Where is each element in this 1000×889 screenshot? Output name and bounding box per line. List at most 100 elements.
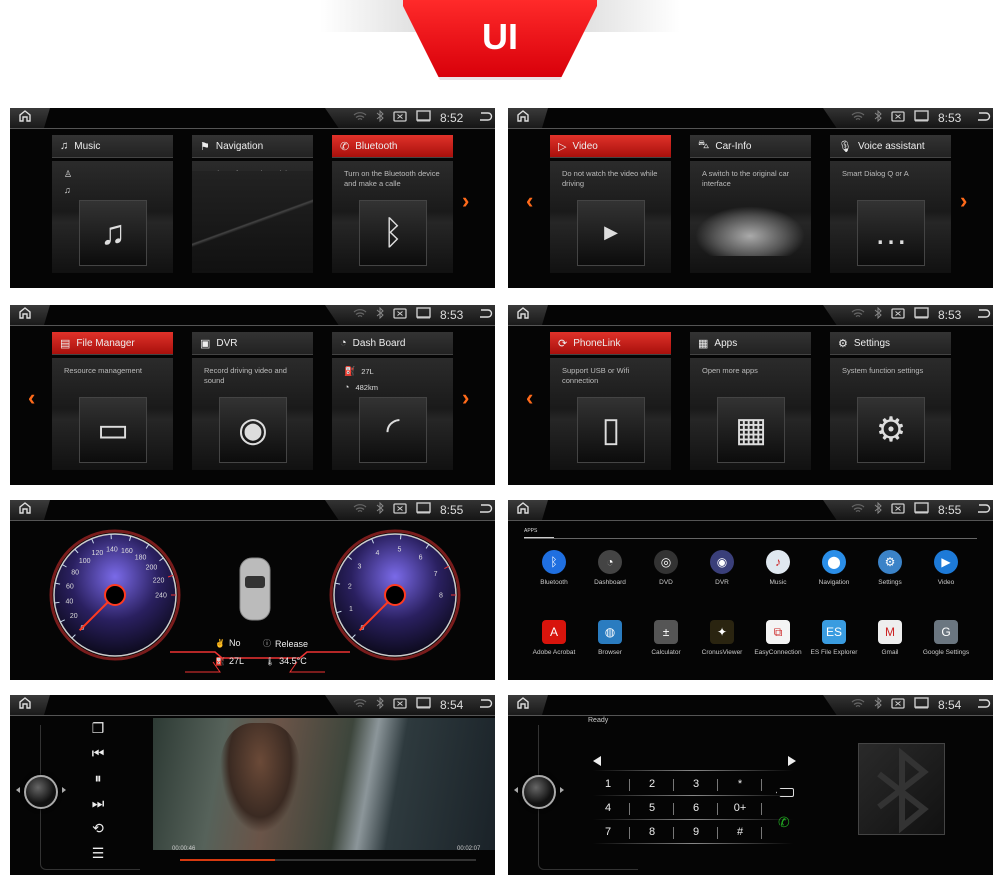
rotary-knob[interactable] <box>24 775 58 809</box>
call-icon[interactable]: ✆ <box>778 814 790 831</box>
card-file-manager[interactable]: ▤ File Manager Resource management ▭ <box>52 332 173 472</box>
app-es-file-explorer[interactable]: ES ES File Explorer <box>806 620 862 657</box>
back-icon[interactable] <box>976 306 991 324</box>
keypad-key-6[interactable]: 6 <box>681 802 711 814</box>
keypad-key-7[interactable]: 7 <box>593 826 623 838</box>
window-icon[interactable] <box>416 696 431 714</box>
window-icon[interactable] <box>914 109 929 127</box>
app-label: Settings <box>878 579 902 586</box>
media-toggle-icon[interactable] <box>891 306 905 324</box>
keypad-key-4[interactable]: 4 <box>593 802 623 814</box>
home-button[interactable] <box>508 500 548 520</box>
scroll-right-arrow-icon[interactable]: › <box>462 188 469 214</box>
keypad-key-2[interactable]: 2 <box>637 778 667 790</box>
number-left-arrow-icon[interactable] <box>593 756 601 766</box>
pause-icon[interactable]: ⏸ <box>88 770 108 787</box>
media-toggle-icon[interactable] <box>891 696 905 714</box>
back-icon[interactable] <box>478 109 493 127</box>
window-icon[interactable] <box>416 109 431 127</box>
speedometer-tick-label: 40 <box>65 599 73 606</box>
keypad-key-3[interactable]: 3 <box>681 778 711 790</box>
card-navigation[interactable]: ⚑ Navigation Navigate for you in real time <box>192 135 313 275</box>
number-right-arrow-icon[interactable] <box>788 756 796 766</box>
scroll-right-arrow-icon[interactable]: › <box>462 385 469 411</box>
app-settings[interactable]: ⚙ Settings <box>862 550 918 587</box>
scroll-left-arrow-icon[interactable]: ‹ <box>526 188 533 214</box>
card-dvr[interactable]: ▣ DVR Record driving video and sound ◉ <box>192 332 313 472</box>
bluetooth-icon: ᛒ <box>359 200 427 266</box>
keypad-key-1[interactable]: 1 <box>593 778 623 790</box>
media-toggle-icon[interactable] <box>891 501 905 519</box>
app-video[interactable]: ▶ Video <box>918 550 974 587</box>
playlist-icon[interactable]: ☰ <box>88 845 108 862</box>
card-voice-assistant[interactable]: 🎙 Voice assistant Smart Dialog Q or A… <box>830 135 951 275</box>
app-calculator[interactable]: ± Calculator <box>638 620 694 657</box>
app-google-settings[interactable]: G Google Settings <box>918 620 974 657</box>
car-windshield <box>245 576 265 588</box>
window-icon[interactable] <box>914 696 929 714</box>
window-icon[interactable] <box>914 501 929 519</box>
app-gmail[interactable]: M Gmail <box>862 620 918 657</box>
card-title: Navigation <box>215 140 264 152</box>
previous-icon[interactable]: ⏮ <box>88 745 108 762</box>
card-bluetooth[interactable]: ✆ Bluetooth Turn on the Bluetooth device a… <box>332 135 453 275</box>
keypad-key-0plus[interactable]: 0+ <box>725 802 755 814</box>
app-easyconnection[interactable]: ⧉ EasyConnection <box>750 620 806 657</box>
back-icon[interactable] <box>976 109 991 127</box>
camera-lens-icon: ◉ <box>219 397 287 463</box>
camera-icon: ▣ <box>200 337 211 350</box>
keypad-key-star[interactable]: * <box>725 778 755 790</box>
speedometer-tick-label: 60 <box>66 584 74 591</box>
card-phonelink[interactable]: ⟳ PhoneLink Support USB or Wifi connection… <box>550 332 671 472</box>
next-icon[interactable]: ⏭ <box>88 795 108 812</box>
app-navigation[interactable]: ⬤ Navigation <box>806 550 862 587</box>
window-icon[interactable] <box>914 306 929 324</box>
scroll-left-arrow-icon[interactable]: ‹ <box>526 385 533 411</box>
app-label: DVR <box>715 579 729 586</box>
media-toggle-icon[interactable] <box>891 109 905 127</box>
home-button[interactable] <box>508 108 548 128</box>
windowed-mode-icon[interactable]: ❐ <box>88 720 108 737</box>
app-bluetooth[interactable]: ᛒ Bluetooth <box>526 550 582 587</box>
card-apps[interactable]: ▦ Apps Open more apps ▦ <box>690 332 811 472</box>
back-icon[interactable] <box>976 501 991 519</box>
app-music[interactable]: ♪ Music <box>750 550 806 587</box>
scroll-right-arrow-icon[interactable]: › <box>960 188 967 214</box>
window-icon[interactable] <box>416 306 431 324</box>
app-dashboard[interactable]: ◔ Dashboard <box>582 550 638 587</box>
adobe-acrobat-app-icon: A <box>542 620 566 644</box>
app-dvr[interactable]: ◉ DVR <box>694 550 750 587</box>
keypad-key-8[interactable]: 8 <box>637 826 667 838</box>
keypad-key-9[interactable]: 9 <box>681 826 711 838</box>
home-button[interactable] <box>508 305 548 325</box>
back-icon[interactable] <box>976 696 991 714</box>
keypad-key-5[interactable]: 5 <box>637 802 667 814</box>
card-dash-board[interactable]: ◔ Dash Board ⛽ 27L ◔ 482km ◜ <box>332 332 453 472</box>
media-toggle-icon[interactable] <box>393 109 407 127</box>
keypad-key-hash[interactable]: # <box>725 826 755 838</box>
progress-bar[interactable] <box>180 859 476 861</box>
clock-time: 8:52 <box>440 111 464 125</box>
repeat-icon[interactable]: ⟲ <box>88 820 108 837</box>
app-cronusviewer[interactable]: ✦ CronusViewer <box>694 620 750 657</box>
home-button[interactable] <box>10 305 50 325</box>
home-button[interactable] <box>10 108 50 128</box>
app-browser[interactable]: ◍ Browser <box>582 620 638 657</box>
media-toggle-icon[interactable] <box>393 306 407 324</box>
home-button[interactable] <box>508 695 548 715</box>
scroll-left-arrow-icon[interactable]: ‹ <box>28 385 35 411</box>
card-video[interactable]: ▷ Video Do not watch the video while drivi… <box>550 135 671 275</box>
app-dvd[interactable]: ◎ DVD <box>638 550 694 587</box>
card-settings[interactable]: ⚙ Settings System function settings ⚙ <box>830 332 951 472</box>
status-bar: 8:53 <box>10 305 495 326</box>
back-icon[interactable] <box>478 306 493 324</box>
card-music[interactable]: ♫ Music ♙ ♫ ♫ <box>52 135 173 275</box>
status-icons: 8:55 <box>823 500 993 520</box>
back-icon[interactable] <box>478 696 493 714</box>
app-label: DVD <box>659 579 673 586</box>
app-adobe-acrobat[interactable]: A Adobe Acrobat <box>526 620 582 657</box>
home-button[interactable] <box>10 695 50 715</box>
rotary-knob[interactable] <box>522 775 556 809</box>
card-car-info[interactable]: ⛍ Car-Info A switch to the original car in… <box>690 135 811 275</box>
media-toggle-icon[interactable] <box>393 696 407 714</box>
